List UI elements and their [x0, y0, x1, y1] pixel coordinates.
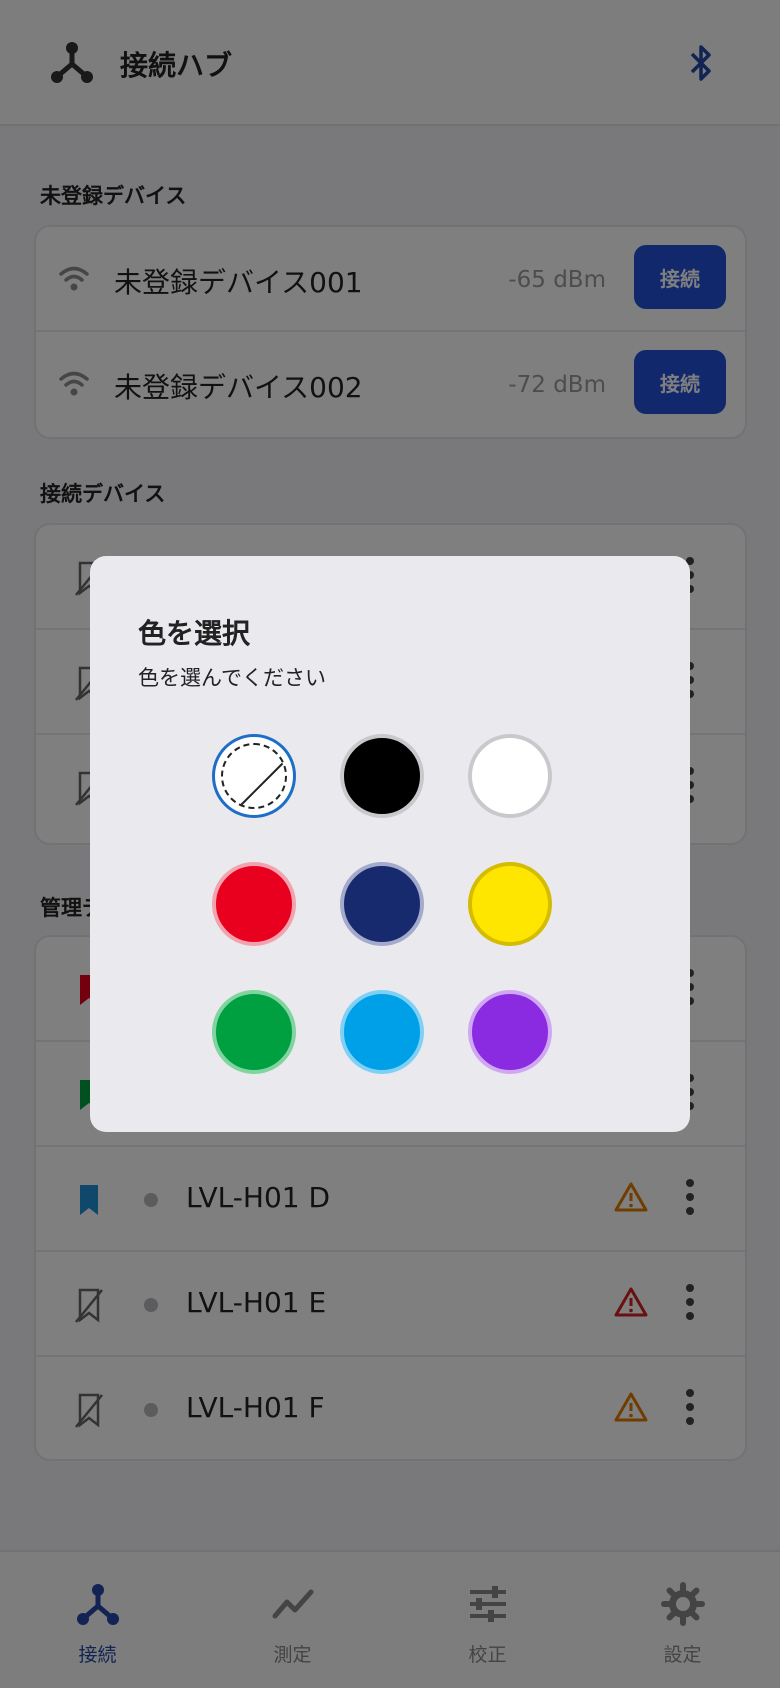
- color-swatch-purple[interactable]: [468, 990, 552, 1074]
- dialog-title: 色を選択: [138, 617, 251, 650]
- color-picker-dialog: 色を選択 色を選んでください: [90, 556, 690, 1132]
- color-swatch-green[interactable]: [212, 990, 296, 1074]
- color-swatch-yellow[interactable]: [468, 862, 552, 946]
- color-swatch-sky-blue[interactable]: [340, 990, 424, 1074]
- dialog-subtitle: 色を選んでください: [138, 666, 326, 690]
- color-swatch-red[interactable]: [212, 862, 296, 946]
- color-swatch-navy[interactable]: [340, 862, 424, 946]
- color-swatch-white[interactable]: [468, 734, 552, 818]
- color-swatch-none[interactable]: [212, 734, 296, 818]
- no-color-icon: [221, 743, 287, 809]
- color-swatch-black[interactable]: [340, 734, 424, 818]
